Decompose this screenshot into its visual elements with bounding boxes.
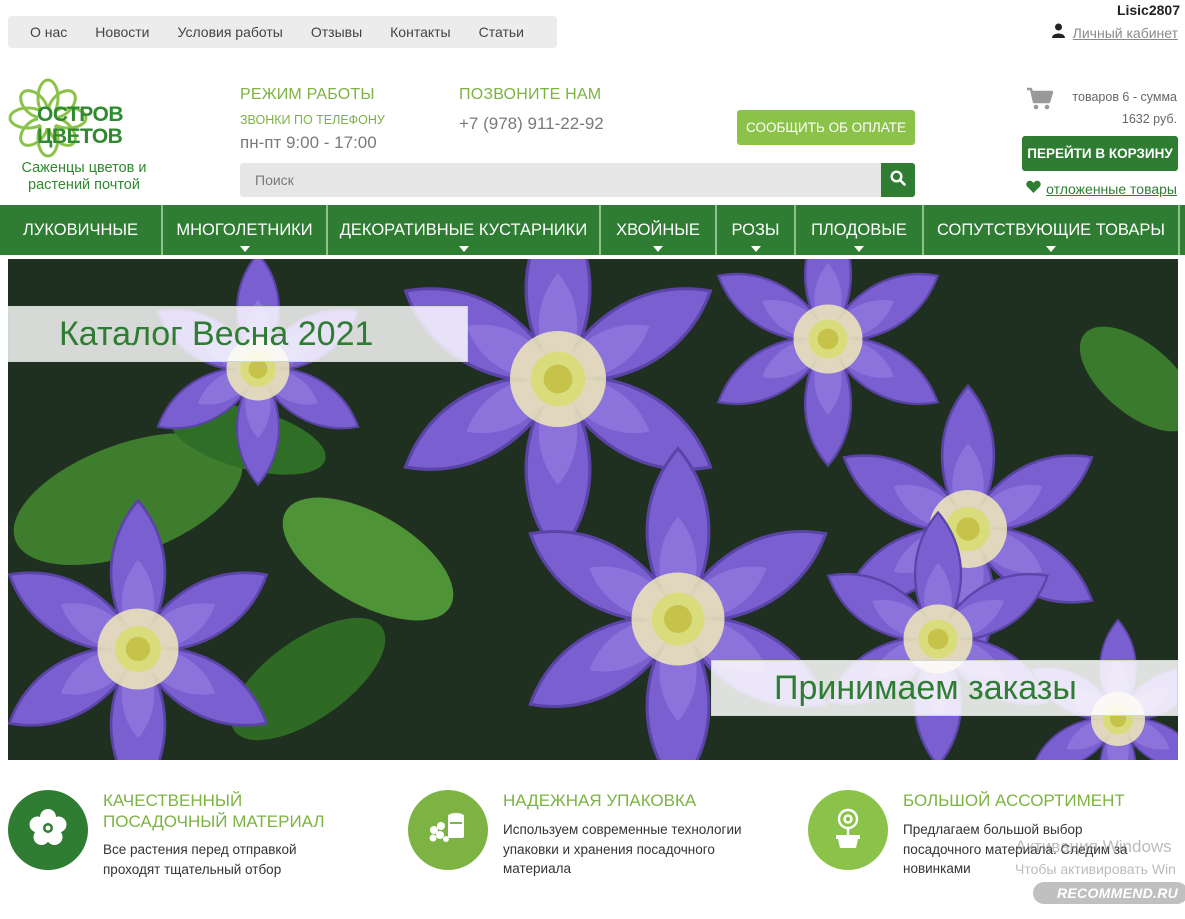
- chevron-down-icon: [854, 246, 864, 252]
- logo-line1: ОСТРОВ: [37, 103, 124, 126]
- logo-line2: ЦВЕТОВ: [37, 125, 123, 148]
- chevron-down-icon: [750, 246, 761, 252]
- feature-quality-badge: [8, 790, 88, 870]
- hero-banner[interactable]: Каталог Весна 2021 Принимаем заказы: [8, 259, 1178, 760]
- feature-packaging-text-line2: упаковки и хранения посадочного: [503, 841, 715, 857]
- wishlist-link[interactable]: отложенные товары: [1046, 181, 1177, 197]
- top-nav-news[interactable]: Новости: [81, 16, 163, 48]
- chevron-down-icon: [1046, 246, 1056, 252]
- cart-summary-total: 1632 руб.: [1121, 112, 1177, 126]
- category-menu: ЛУКОВИЧНЫЕ МНОГОЛЕТНИКИ ДЕКОРАТИВНЫЕ КУС…: [0, 205, 1185, 255]
- category-fruit-label: ПЛОДОВЫЕ: [811, 220, 907, 239]
- windows-activation-watermark: Активация Windows Чтобы активировать Win: [1015, 836, 1176, 880]
- category-bulbous[interactable]: ЛУКОВИЧНЫЕ: [0, 205, 163, 255]
- logo-tagline-line2: растений почтой: [28, 177, 140, 193]
- feature-packaging-text: Используем современные технологии упаков…: [503, 820, 742, 879]
- feature-packaging-title-line1: НАДЕЖНАЯ УПАКОВКА: [503, 791, 697, 810]
- category-perennials[interactable]: МНОГОЛЕТНИКИ: [163, 205, 328, 255]
- work-hours-subtitle: ЗВОНКИ ПО ТЕЛЕФОНУ: [240, 113, 385, 127]
- wishlist: отложенные товары: [1026, 180, 1177, 198]
- category-roses-label: РОЗЫ: [731, 220, 780, 239]
- feature-quality-title-line2: ПОСАДОЧНЫЙ МАТЕРИАЛ: [103, 812, 325, 831]
- feature-quality-title-line1: КАЧЕСТВЕННЫЙ: [103, 791, 243, 810]
- feature-packaging-badge: [408, 790, 488, 870]
- feature-assortment-title: БОЛЬШОЙ АССОРТИМЕНТ: [903, 790, 1125, 811]
- category-accessories[interactable]: СОПУТСТВУЮЩИЕ ТОВАРЫ: [924, 205, 1180, 255]
- feature-quality-text-line2: проходят тщательный отбор: [103, 861, 282, 877]
- heart-icon: [1026, 180, 1041, 198]
- category-shrubs[interactable]: ДЕКОРАТИВНЫЕ КУСТАРНИКИ: [328, 205, 601, 255]
- phone-number[interactable]: +7 (978) 911-22-92: [459, 114, 604, 134]
- user-icon: [1051, 23, 1065, 43]
- logo-tagline: Саженцы цветов и растений почтой: [8, 160, 160, 194]
- package-icon: [426, 808, 470, 853]
- category-conifers[interactable]: ХВОЙНЫЕ: [601, 205, 717, 255]
- search-button[interactable]: [881, 163, 915, 197]
- windows-activation-line2: Чтобы активировать Win: [1015, 861, 1176, 877]
- work-hours-value: пн-пт 9:00 - 17:00: [240, 133, 377, 152]
- category-bulbous-label: ЛУКОВИЧНЫЕ: [23, 220, 138, 239]
- category-fruit[interactable]: ПЛОДОВЫЕ: [796, 205, 924, 255]
- potted-plant-icon: [830, 807, 866, 854]
- feature-quality-text: Все растения перед отправкой проходят тщ…: [103, 840, 297, 879]
- category-perennials-label: МНОГОЛЕТНИКИ: [176, 220, 313, 239]
- feature-assortment-badge: [808, 790, 888, 870]
- feature-quality-title: КАЧЕСТВЕННЫЙ ПОСАДОЧНЫЙ МАТЕРИАЛ: [103, 790, 325, 832]
- search-input[interactable]: [240, 163, 881, 197]
- top-nav-articles[interactable]: Статьи: [465, 16, 538, 48]
- feature-packaging-text-line3: материала: [503, 861, 571, 876]
- top-nav-reviews[interactable]: Отзывы: [297, 16, 376, 48]
- category-conifers-label: ХВОЙНЫЕ: [616, 220, 700, 239]
- top-nav-terms[interactable]: Условия работы: [164, 16, 297, 48]
- top-nav: О нас Новости Условия работы Отзывы Конт…: [8, 16, 557, 48]
- category-roses[interactable]: РОЗЫ: [717, 205, 796, 255]
- banner-catalog-label: Каталог Весна 2021: [8, 306, 468, 362]
- search-icon: [890, 169, 906, 191]
- recommend-watermark: RECOMMEND.RU: [1033, 882, 1185, 904]
- work-hours-title: РЕЖИМ РАБОТЫ: [240, 86, 375, 103]
- category-shrubs-label: ДЕКОРАТИВНЫЕ КУСТАРНИКИ: [339, 220, 588, 239]
- search-bar: [240, 163, 915, 197]
- banner-orders-label: Принимаем заказы: [711, 660, 1178, 716]
- feature-quality-text-line1: Все растения перед отправкой: [103, 842, 297, 857]
- chevron-down-icon: [653, 246, 663, 252]
- cart-summary-count: товаров 6 - сумма: [1072, 90, 1177, 104]
- chevron-down-icon: [239, 246, 250, 252]
- go-to-cart-button[interactable]: ПЕРЕЙТИ В КОРЗИНУ: [1022, 136, 1178, 171]
- personal-cabinet-link[interactable]: Личный кабинет: [1073, 25, 1178, 41]
- feature-packaging-title: НАДЕЖНАЯ УПАКОВКА: [503, 790, 696, 811]
- cart-summary: товаров 6 - сумма 1632 руб.: [1027, 86, 1177, 130]
- call-title: ПОЗВОНИТЕ НАМ: [459, 86, 602, 103]
- username: Lisic2807: [1116, 2, 1180, 18]
- top-nav-contacts[interactable]: Контакты: [376, 16, 464, 48]
- feature-packaging-text-line1: Используем современные технологии: [503, 822, 742, 837]
- top-nav-about[interactable]: О нас: [16, 16, 81, 48]
- category-accessories-label: СОПУТСТВУЮЩИЕ ТОВАРЫ: [936, 220, 1166, 239]
- logo-tagline-line1: Саженцы цветов и: [21, 160, 147, 176]
- logo[interactable]: ОСТРОВ ЦВЕТОВ Саженцы цветов и растений …: [8, 78, 168, 198]
- feature-assortment-title-line1: БОЛЬШОЙ АССОРТИМЕНТ: [903, 791, 1125, 810]
- report-payment-button[interactable]: СООБЩИТЬ ОБ ОПЛАТЕ: [737, 110, 915, 145]
- flower-icon: [28, 808, 68, 853]
- personal-cabinet: Личный кабинет: [1051, 23, 1178, 43]
- chevron-down-icon: [458, 246, 469, 252]
- windows-activation-line1: Активация Windows: [1015, 837, 1172, 856]
